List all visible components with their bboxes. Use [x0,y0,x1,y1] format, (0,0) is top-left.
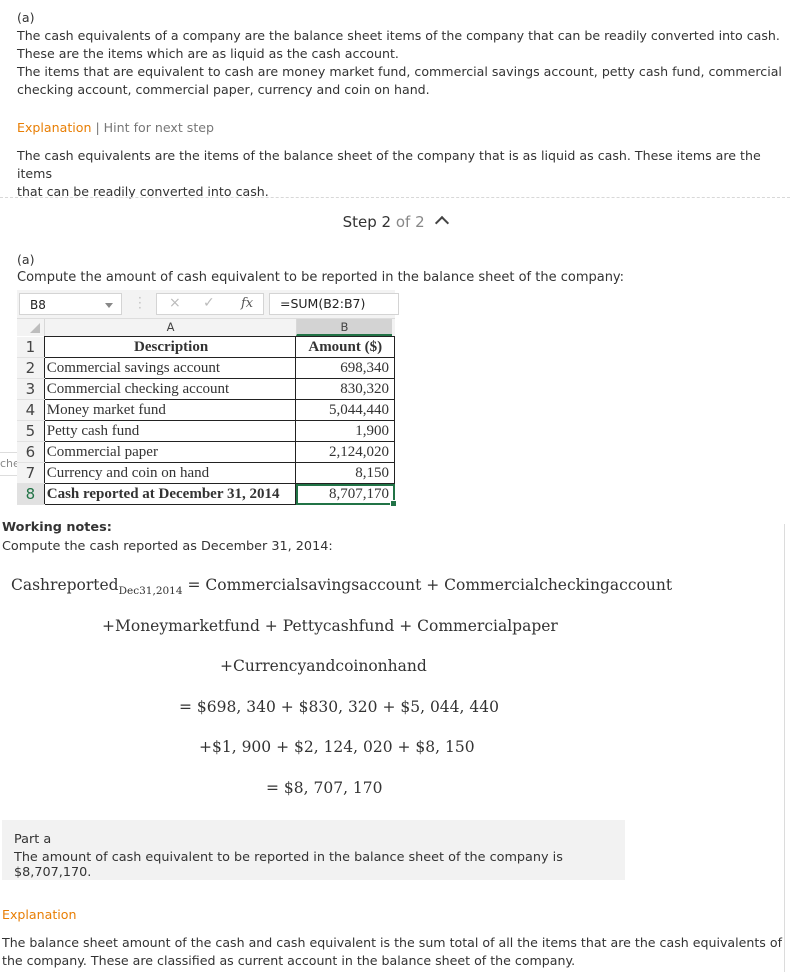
equation-line-6: = $8, 707, 170 [266,779,383,797]
name-box[interactable]: B8 [19,293,122,315]
table-row: 1 Description Amount ($) [17,336,395,358]
dropdown-arrow-icon[interactable] [105,303,113,308]
explanation-link[interactable]: Explanation [17,120,91,135]
check-icon[interactable]: ✓ [203,295,215,311]
table-row: 6 Commercial paper 2,124,020 [17,441,395,463]
row-header: 3 [17,378,45,400]
explanation-line: that can be readily converted into cash. [17,184,269,199]
step2-explanation: The balance sheet amount of the cash and… [2,934,782,970]
step-current: 2 [381,213,392,231]
table-row: 4 Money market fund 5,044,440 [17,399,395,421]
equation-line-1: CashreportedDec31,2014 = Commercialsavin… [11,576,672,597]
formula-bar: B8 · · · × ✓ fx =SUM(B2:B7) [17,290,399,318]
cell-a: Cash reported at December 31, 2014 [43,483,297,505]
cell-a: Description [43,336,297,358]
explanation-label[interactable]: Explanation [2,906,76,924]
row-header: 1 [17,336,45,358]
hint-link[interactable]: Hint for next step [104,120,214,135]
answer-title: Part a [14,832,52,847]
equation-line-4: = $698, 340 + $830, 320 + $5, 044, 440 [179,698,499,716]
table-row: 7 Currency and coin on hand 8,150 [17,462,395,484]
step-of-total: of 2 [395,213,425,231]
table-row: 5 Petty cash fund 1,900 [17,420,395,442]
row-header: 5 [17,420,45,442]
answer-box: Part a The amount of cash equivalent to … [2,820,625,880]
cell-a: Commercial paper [43,441,297,463]
equation-line-3: +Currencyandcoinonhand [220,657,427,675]
formula-buttons: × ✓ fx [156,293,264,315]
row-header: 7 [17,462,45,484]
step-divider [0,197,790,198]
right-border-line [784,524,785,972]
answer-text: The amount of cash equivalent to be repo… [14,850,563,880]
part-label: (a) [17,252,35,267]
step-prefix: Step [342,213,377,231]
cell-b: 698,340 [295,357,395,379]
fx-icon[interactable]: fx [241,296,253,311]
equation-line-5: +$1, 900 + $2, 124, 020 + $8, 150 [199,738,475,756]
spreadsheet-grid: 1 Description Amount ($) 2 Commercial sa… [17,336,397,507]
part-label: (a) [17,10,35,25]
row-header: 6 [17,441,45,463]
paragraph-line: checking account, commercial paper, curr… [17,82,430,97]
explanation-line: The balance sheet amount of the cash and… [2,935,783,950]
equation-lhs: Cashreported [11,576,119,594]
cell-b: 5,044,440 [295,399,395,421]
row-header: 8 [17,483,45,505]
column-header-a[interactable]: A [44,319,296,336]
table-row-total: 8 Cash reported at December 31, 2014 8,7… [17,483,397,507]
cell-b: Amount ($) [295,336,395,358]
cell-a: Commercial checking account [43,378,297,400]
instruction-text: Compute the amount of cash equivalent to… [17,270,625,285]
equation-rhs: = Commercialsavingsaccount + Commercialc… [187,576,673,594]
paragraph-line: These are the items which are as liquid … [17,46,399,61]
step1-explanation: The cash equivalents are the items of th… [17,147,787,201]
table-row: 3 Commercial checking account 830,320 [17,378,395,400]
select-all-corner[interactable] [17,319,44,336]
cell-b-value: 8,707,170 [329,486,389,502]
step-header[interactable]: Step 2 of 2 [0,213,790,231]
working-notes-title: Working notes: [2,520,112,535]
explanation-line: the company. These are classified as cur… [2,953,576,968]
column-header-row: A B [17,318,395,336]
chevron-up-icon[interactable] [435,215,450,231]
explanation-line: The cash equivalents are the items of th… [17,148,761,181]
selected-cell-b8: 8,707,170 [295,483,397,507]
cancel-icon[interactable]: × [169,295,181,311]
row-header: 4 [17,399,45,421]
cell-a: Money market fund [43,399,297,421]
column-header-b[interactable]: B [296,319,392,336]
step2-intro: (a) Compute the amount of cash equivalen… [17,251,787,287]
separator: | [95,120,100,135]
row-header: 2 [17,357,45,379]
formula-input[interactable]: =SUM(B2:B7) [269,293,399,315]
cell-a: Petty cash fund [43,420,297,442]
cell-b: 8,150 [295,462,395,484]
name-box-value: B8 [30,298,46,312]
fill-handle [390,500,397,507]
drag-handle-icon: · · · [138,291,142,315]
paragraph-line: The items that are equivalent to cash ar… [17,64,782,79]
cell-a: Currency and coin on hand [43,462,297,484]
step1-section: (a) The cash equivalents of a company ar… [17,9,787,99]
spreadsheet-image: B8 · · · × ✓ fx =SUM(B2:B7) A B 1 Descript… [17,290,399,507]
cell-b: 830,320 [295,378,395,400]
equation-lhs-subscript: Dec31,2014 [118,585,183,598]
cell-a: Commercial savings account [43,357,297,379]
table-row: 2 Commercial savings account 698,340 [17,357,395,379]
cell-b: 1,900 [295,420,395,442]
working-notes-subtitle: Compute the cash reported as December 31… [2,539,333,554]
cell-b: 2,124,020 [295,441,395,463]
explanation-hint-bar: Explanation | Hint for next step [17,119,214,137]
paragraph-line: The cash equivalents of a company are th… [17,28,780,43]
equation-line-2: +Moneymarketfund + Pettycashfund + Comme… [102,617,558,635]
